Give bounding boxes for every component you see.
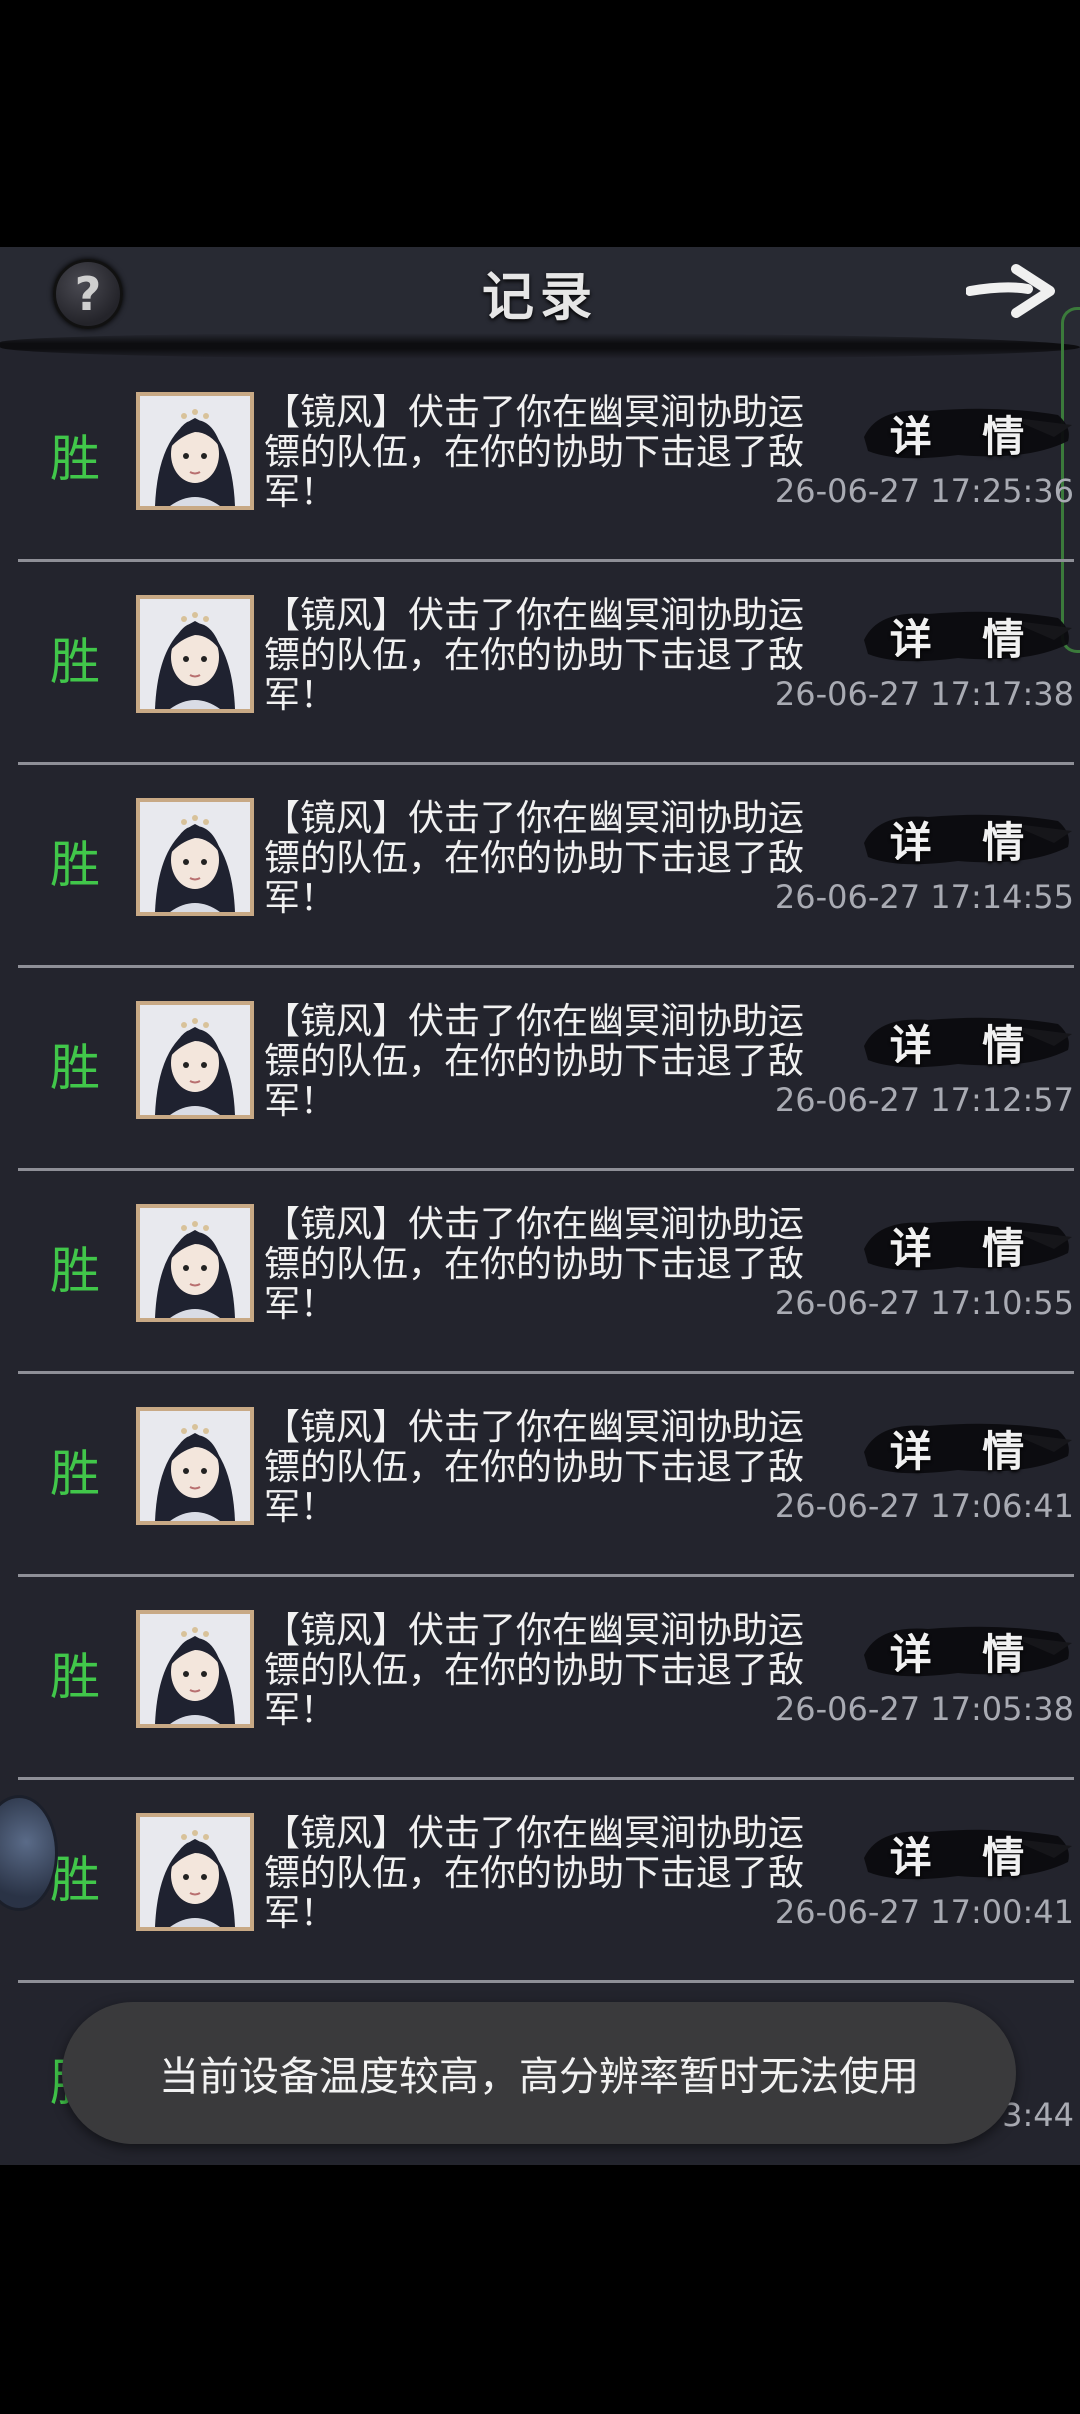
character-portrait-icon bbox=[140, 1817, 250, 1927]
record-time: 26-06-27 17:14:55 bbox=[774, 878, 1074, 916]
header-divider bbox=[0, 333, 1080, 359]
character-portrait-icon bbox=[140, 1005, 250, 1115]
character-portrait-icon bbox=[140, 396, 250, 506]
record-time: 26-06-27 17:10:55 bbox=[774, 1284, 1074, 1322]
detail-button[interactable]: 详 情 bbox=[858, 1818, 1074, 1890]
record-row: 胜 【镜风】伏击了你在幽冥涧协助运镖的队伍，在你的协助下击退了敌军！ 详 情 2… bbox=[18, 1780, 1074, 1983]
avatar[interactable] bbox=[136, 1001, 254, 1119]
character-portrait-icon bbox=[140, 1614, 250, 1724]
detail-label: 详 情 bbox=[889, 1223, 1043, 1273]
record-row: 胜 【镜风】伏击了你在幽冥涧协助运镖的队伍，在你的协助下击退了敌军！ 详 情 2… bbox=[18, 1374, 1074, 1577]
toast-message: 当前设备温度较高，高分辨率暂时无法使用 bbox=[62, 2002, 1016, 2144]
record-message: 【镜风】伏击了你在幽冥涧协助运镖的队伍，在你的协助下击退了敌军！ bbox=[264, 1813, 805, 1934]
result-label: 胜 bbox=[50, 1445, 100, 1503]
record-row: 胜 【镜风】伏击了你在幽冥涧协助运镖的队伍，在你的协助下击退了敌军！ 详 情 2… bbox=[18, 968, 1074, 1171]
record-time: 26-06-27 17:17:38 bbox=[774, 675, 1074, 713]
detail-label: 详 情 bbox=[889, 817, 1043, 867]
record-row: 胜 【镜风】伏击了你在幽冥涧协助运镖的队伍，在你的协助下击退了敌军！ 详 情 2… bbox=[18, 1171, 1074, 1374]
avatar[interactable] bbox=[136, 798, 254, 916]
result-label: 胜 bbox=[50, 430, 100, 488]
record-time: 3:44 bbox=[1002, 2096, 1074, 2134]
record-message: 【镜风】伏击了你在幽冥涧协助运镖的队伍，在你的协助下击退了敌军！ bbox=[264, 392, 805, 513]
result-label: 胜 bbox=[50, 1648, 100, 1706]
record-row: 胜 【镜风】伏击了你在幽冥涧协助运镖的队伍，在你的协助下击退了敌军！ 详 情 2… bbox=[18, 765, 1074, 968]
detail-label: 详 情 bbox=[889, 1832, 1043, 1882]
record-time: 26-06-27 17:00:41 bbox=[774, 1893, 1074, 1931]
record-row: 胜 【镜风】伏击了你在幽冥涧协助运镖的队伍，在你的协助下击退了敌军！ 详 情 2… bbox=[18, 562, 1074, 765]
avatar[interactable] bbox=[136, 1204, 254, 1322]
record-time: 26-06-27 17:25:36 bbox=[774, 472, 1074, 510]
record-message: 【镜风】伏击了你在幽冥涧协助运镖的队伍，在你的协助下击退了敌军！ bbox=[264, 1001, 805, 1122]
detail-label: 详 情 bbox=[889, 614, 1043, 664]
arrow-right-icon[interactable] bbox=[966, 261, 1056, 321]
detail-button[interactable]: 详 情 bbox=[858, 600, 1074, 672]
detail-button[interactable]: 详 情 bbox=[858, 1006, 1074, 1078]
avatar[interactable] bbox=[136, 1813, 254, 1931]
result-label: 胜 bbox=[50, 633, 100, 691]
character-portrait-icon bbox=[140, 599, 250, 709]
record-message: 【镜风】伏击了你在幽冥涧协助运镖的队伍，在你的协助下击退了敌军！ bbox=[264, 798, 805, 919]
record-time: 26-06-27 17:05:38 bbox=[774, 1690, 1074, 1728]
detail-button[interactable]: 详 情 bbox=[858, 803, 1074, 875]
avatar[interactable] bbox=[136, 1610, 254, 1728]
avatar[interactable] bbox=[136, 595, 254, 713]
detail-label: 详 情 bbox=[889, 411, 1043, 461]
page-title: 记录 bbox=[481, 267, 598, 328]
record-list: 胜 【镜风】伏击了你在幽冥涧协助运镖的队伍，在你的协助下击退了敌军！ 详 情 2… bbox=[0, 359, 1080, 2165]
record-message: 【镜风】伏击了你在幽冥涧协助运镖的队伍，在你的协助下击退了敌军！ bbox=[264, 595, 805, 716]
detail-button[interactable]: 详 情 bbox=[858, 1615, 1074, 1687]
detail-label: 详 情 bbox=[889, 1629, 1043, 1679]
detail-button[interactable]: 详 情 bbox=[858, 1209, 1074, 1281]
detail-button[interactable]: 详 情 bbox=[858, 1412, 1074, 1484]
detail-label: 详 情 bbox=[889, 1020, 1043, 1070]
character-portrait-icon bbox=[140, 1411, 250, 1521]
records-screen: ? 记录 胜 【镜风】伏击了你在幽冥涧协助运镖的队伍，在你的协助下击退了敌军！ … bbox=[0, 247, 1080, 2165]
record-message: 【镜风】伏击了你在幽冥涧协助运镖的队伍，在你的协助下击退了敌军！ bbox=[264, 1407, 805, 1528]
record-row: 胜 【镜风】伏击了你在幽冥涧协助运镖的队伍，在你的协助下击退了敌军！ 详 情 2… bbox=[18, 1577, 1074, 1780]
result-label: 胜 bbox=[50, 1039, 100, 1097]
record-time: 26-06-27 17:12:57 bbox=[774, 1081, 1074, 1119]
detail-button[interactable]: 详 情 bbox=[858, 397, 1074, 469]
character-portrait-icon bbox=[140, 802, 250, 912]
record-time: 26-06-27 17:06:41 bbox=[774, 1487, 1074, 1525]
result-label: 胜 bbox=[50, 836, 100, 894]
record-row: 胜 【镜风】伏击了你在幽冥涧协助运镖的队伍，在你的协助下击退了敌军！ 详 情 2… bbox=[18, 359, 1074, 562]
avatar[interactable] bbox=[136, 1407, 254, 1525]
header-bar: ? 记录 bbox=[0, 247, 1080, 347]
avatar[interactable] bbox=[136, 392, 254, 510]
detail-label: 详 情 bbox=[889, 1426, 1043, 1476]
character-portrait-icon bbox=[140, 1208, 250, 1318]
record-message: 【镜风】伏击了你在幽冥涧协助运镖的队伍，在你的协助下击退了敌军！ bbox=[264, 1610, 805, 1731]
record-message: 【镜风】伏击了你在幽冥涧协助运镖的队伍，在你的协助下击退了敌军！ bbox=[264, 1204, 805, 1325]
result-label: 胜 bbox=[50, 1242, 100, 1300]
